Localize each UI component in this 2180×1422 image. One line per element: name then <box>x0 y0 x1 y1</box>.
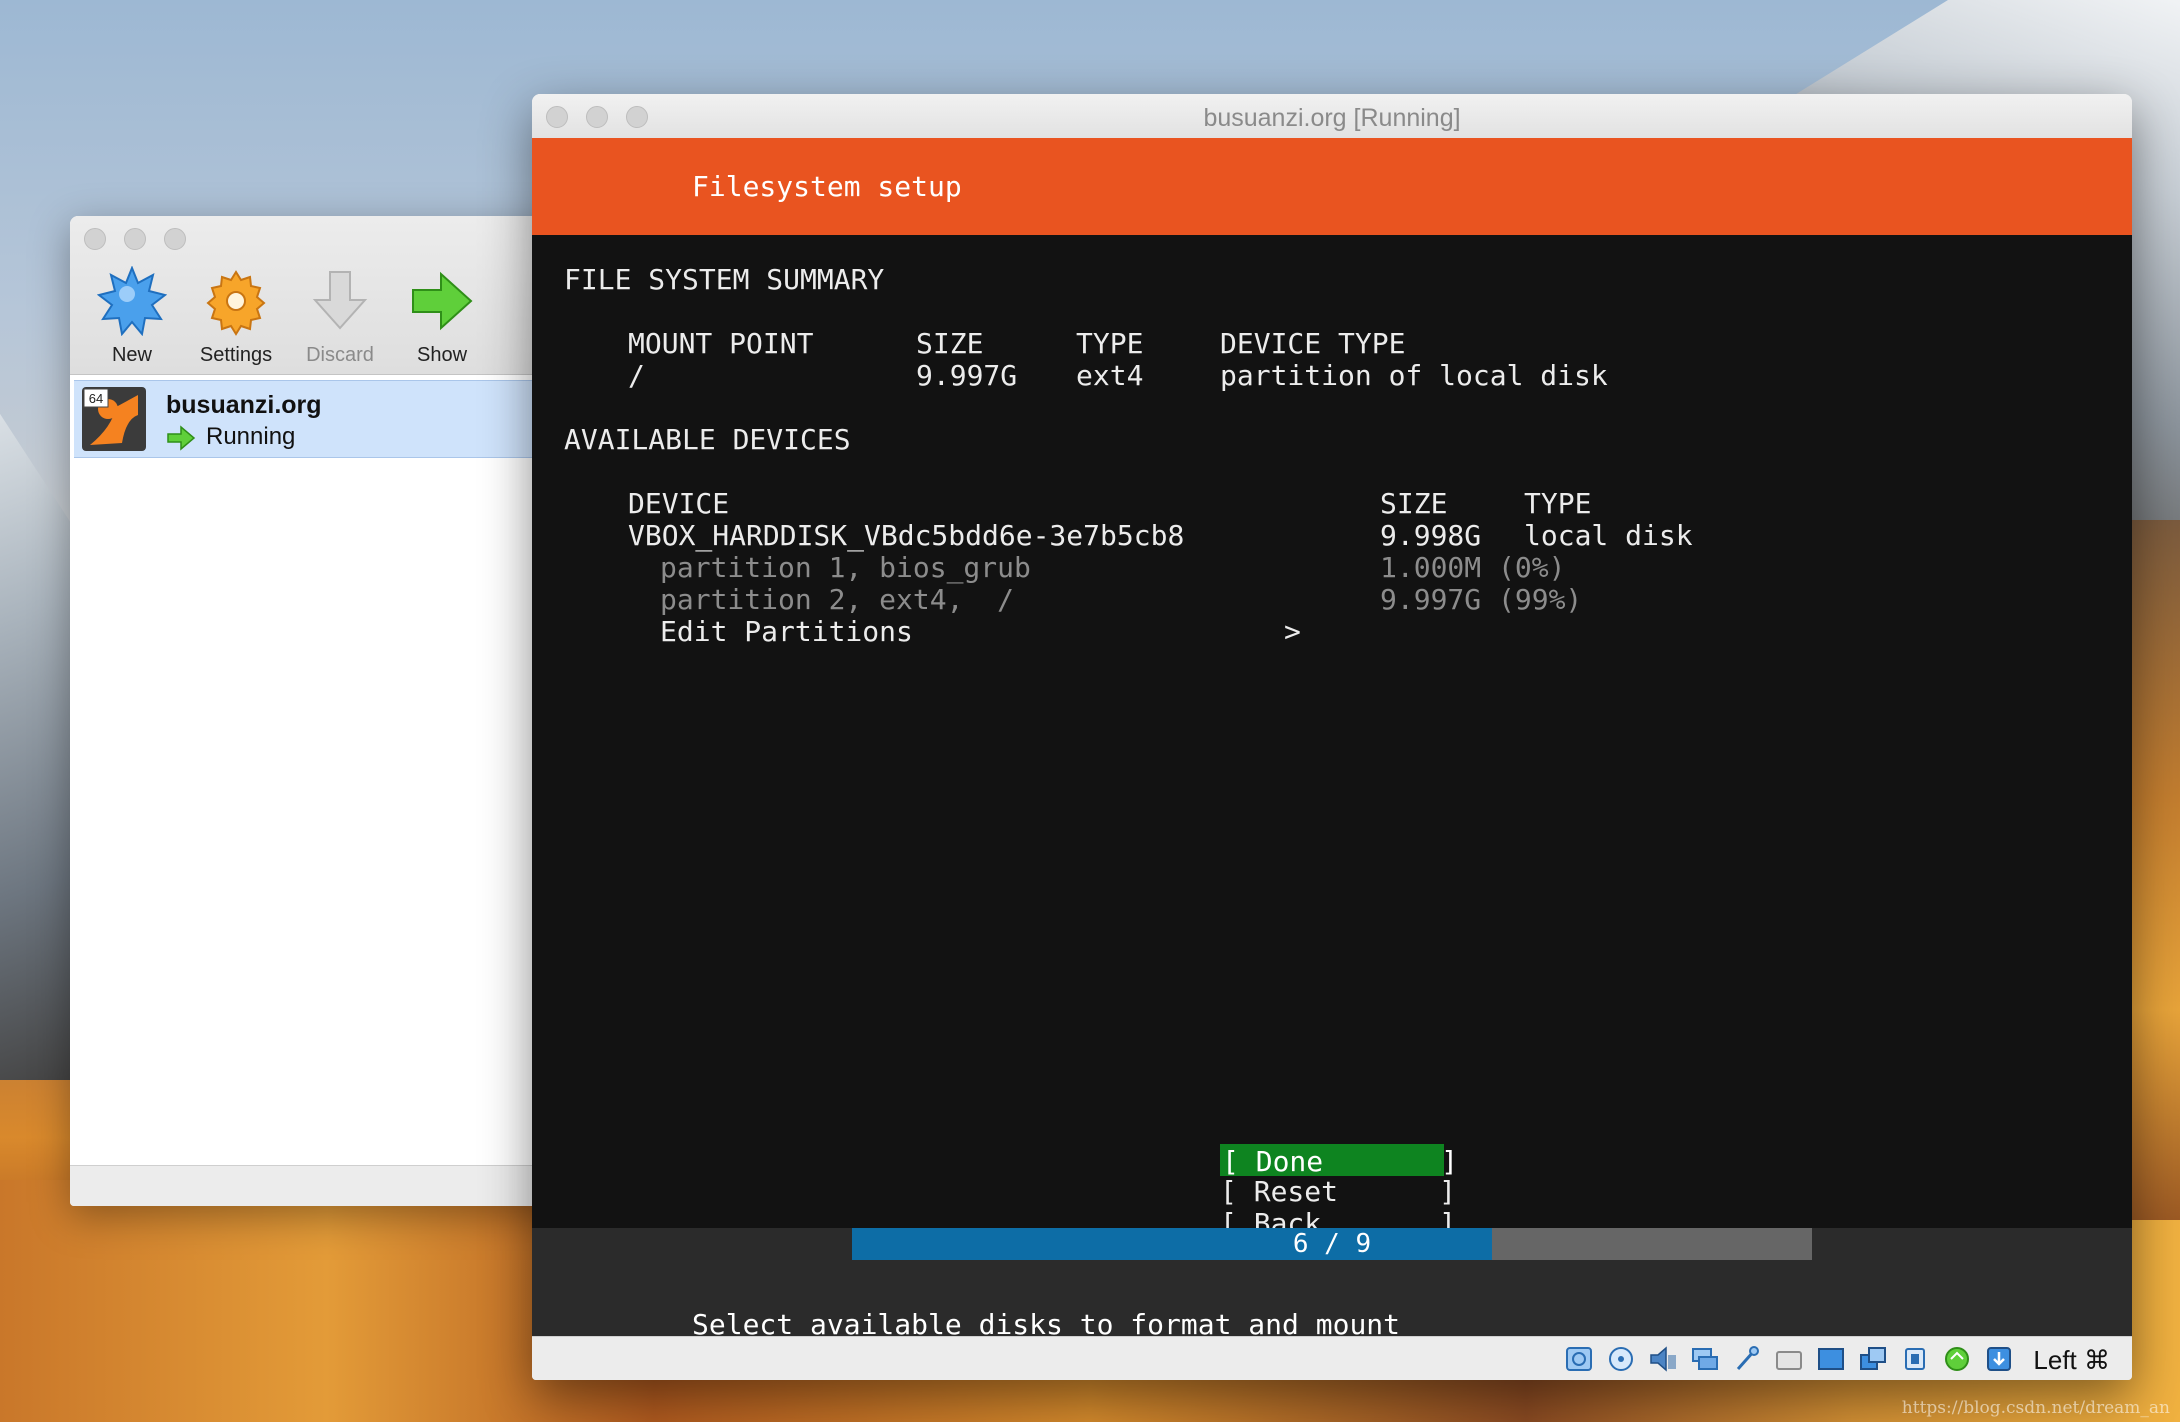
shared-folders-icon[interactable] <box>1774 1345 1804 1373</box>
zoom-window-button[interactable] <box>164 228 186 250</box>
summary-size-value: 9.997G <box>916 359 1018 392</box>
discard-button[interactable]: Discard <box>290 266 390 366</box>
summary-col-size: SIZE <box>916 327 984 360</box>
discard-arrow-down-icon <box>312 271 368 330</box>
usb-icon[interactable] <box>1732 1345 1762 1373</box>
progress-bar: 6 / 9 <box>852 1228 1812 1260</box>
vm-window-title: busuanzi.org [Running] <box>1203 104 1461 132</box>
optical-disk-icon[interactable] <box>1606 1345 1636 1373</box>
vm-list-item[interactable]: 64 busuanzi.org Running <box>74 380 570 458</box>
vm-statusbar: Left ⌘ <box>532 1336 2132 1380</box>
device-col-type: TYPE <box>1524 487 1592 520</box>
vm-state: Running <box>206 423 296 450</box>
edit-partitions-item[interactable]: Edit Partitions <box>660 616 913 648</box>
discard-label: Discard <box>306 344 374 366</box>
host-key-label[interactable]: Left ⌘ <box>2033 1345 2110 1376</box>
cpu-icon[interactable] <box>1900 1345 1930 1373</box>
minimize-window-button[interactable] <box>124 228 146 250</box>
summary-type-value: ext4 <box>1076 359 1144 392</box>
disk-size: 9.998G <box>1380 519 1482 552</box>
summary-mount-value[interactable]: / <box>628 360 645 392</box>
summary-col-mount-point: MOUNT POINT <box>628 327 814 360</box>
virtualbox-manager-window: New Settings Discard Show 64 busuanzi.or… <box>70 216 570 1206</box>
desktop-wallpaper: New Settings Discard Show 64 busuanzi.or… <box>0 0 2180 1422</box>
device-col-size: SIZE <box>1380 487 1448 520</box>
display-icon[interactable] <box>1816 1345 1846 1373</box>
close-window-button[interactable] <box>84 228 106 250</box>
audio-icon[interactable] <box>1648 1345 1678 1373</box>
watermark-text: https://blog.csdn.net/dream_an <box>1901 1398 2170 1418</box>
hard-disk-icon[interactable] <box>1564 1345 1594 1373</box>
done-button[interactable]: [ Done ] <box>1220 1144 1458 1178</box>
wallpaper-foliage-right <box>2130 520 2180 1220</box>
new-vm-button[interactable]: New <box>82 266 182 366</box>
os-badge-text: 64 <box>89 391 103 406</box>
edit-partitions-arrow-icon[interactable]: > <box>1284 616 1301 648</box>
reset-button[interactable]: [ Reset ] <box>1220 1176 1456 1208</box>
video-capture-icon[interactable] <box>1858 1345 1888 1373</box>
disk-name[interactable]: VBOX_HARDDISK_VBdc5bdd6e-3e7b5cb8 <box>628 520 1184 552</box>
summary-device-type-value: partition of local disk <box>1220 359 1608 392</box>
new-starburst-icon <box>97 266 167 336</box>
vm-titlebar: busuanzi.org [Running] <box>532 94 2132 139</box>
partition-2-name: partition 2, ext4, / <box>660 583 1015 616</box>
progress-text: 6 / 9 <box>1292 1229 1372 1259</box>
partition-1-name: partition 1, bios_grub <box>660 551 1031 584</box>
manager-statusbar <box>70 1165 570 1206</box>
settings-button[interactable]: Settings <box>186 266 286 366</box>
summary-col-type: TYPE <box>1076 327 1144 360</box>
keyboard-capture-icon[interactable] <box>1984 1345 2014 1373</box>
partition-1-size: 1.000M (0%) <box>1380 551 1566 584</box>
show-label: Show <box>416 344 468 366</box>
device-col-device: DEVICE <box>628 487 730 520</box>
guest-screen[interactable]: Filesystem setup FILE SYSTEM SUMMARY MOU… <box>532 138 2132 1341</box>
running-arrow-icon <box>167 425 196 451</box>
summary-title: FILE SYSTEM SUMMARY <box>564 263 885 296</box>
ubuntu-64-os-icon: 64 <box>82 387 146 451</box>
disk-type: local disk <box>1524 519 1693 552</box>
network-icon[interactable] <box>1690 1345 1720 1373</box>
installer-header: Filesystem setup <box>532 138 2132 235</box>
show-arrow-right-icon <box>412 271 473 331</box>
installer-title: Filesystem setup <box>692 170 962 203</box>
manager-toolbar: New Settings Discard Show <box>70 216 570 375</box>
vm-name: busuanzi.org <box>166 391 322 419</box>
show-button[interactable]: Show <box>392 266 492 366</box>
gear-icon <box>206 270 266 336</box>
settings-label: Settings <box>199 344 273 366</box>
new-label: New <box>111 344 152 366</box>
partition-2-size: 9.997G (99%) <box>1380 583 1583 616</box>
summary-col-device-type: DEVICE TYPE <box>1220 327 1406 360</box>
mouse-integration-icon[interactable] <box>1942 1345 1972 1373</box>
available-devices-title: AVAILABLE DEVICES <box>564 423 851 456</box>
vm-window: busuanzi.org [Running] Filesystem setup … <box>532 94 2132 1380</box>
